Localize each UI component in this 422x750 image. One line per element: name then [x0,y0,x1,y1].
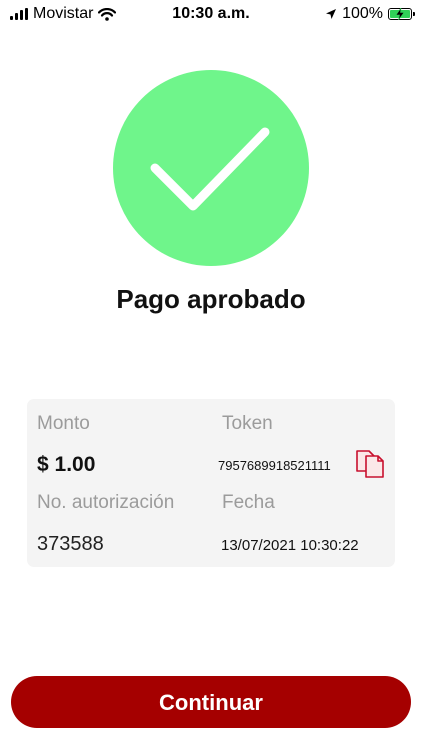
status-bar-right: 100% [325,5,415,23]
authorization-label: No. autorización [37,492,175,513]
payment-approved-screen: Movistar 10:30 a.m. 100% Pago aprobado M… [0,0,422,750]
token-value: 7957689918521111 [218,458,331,473]
token-label: Token [222,413,273,434]
amount-value: $ 1.00 [37,453,96,476]
success-circle [113,70,309,266]
date-label: Fecha [222,492,275,513]
continue-button[interactable]: Continuar [11,676,411,728]
authorization-value: 373588 [37,533,104,555]
copy-icon[interactable] [354,449,386,479]
battery-percentage: 100% [342,5,383,22]
location-arrow-icon [326,9,337,19]
checkmark-icon [150,127,270,211]
date-value: 13/07/2021 10:30:22 [221,537,359,554]
payment-details-card: Monto Token $ 1.00 7957689918521111 No. … [27,399,395,567]
page-title: Pago aprobado [116,284,306,314]
battery-charging-icon [388,8,415,20]
amount-label: Monto [37,413,90,434]
status-bar: Movistar 10:30 a.m. 100% [0,0,422,30]
